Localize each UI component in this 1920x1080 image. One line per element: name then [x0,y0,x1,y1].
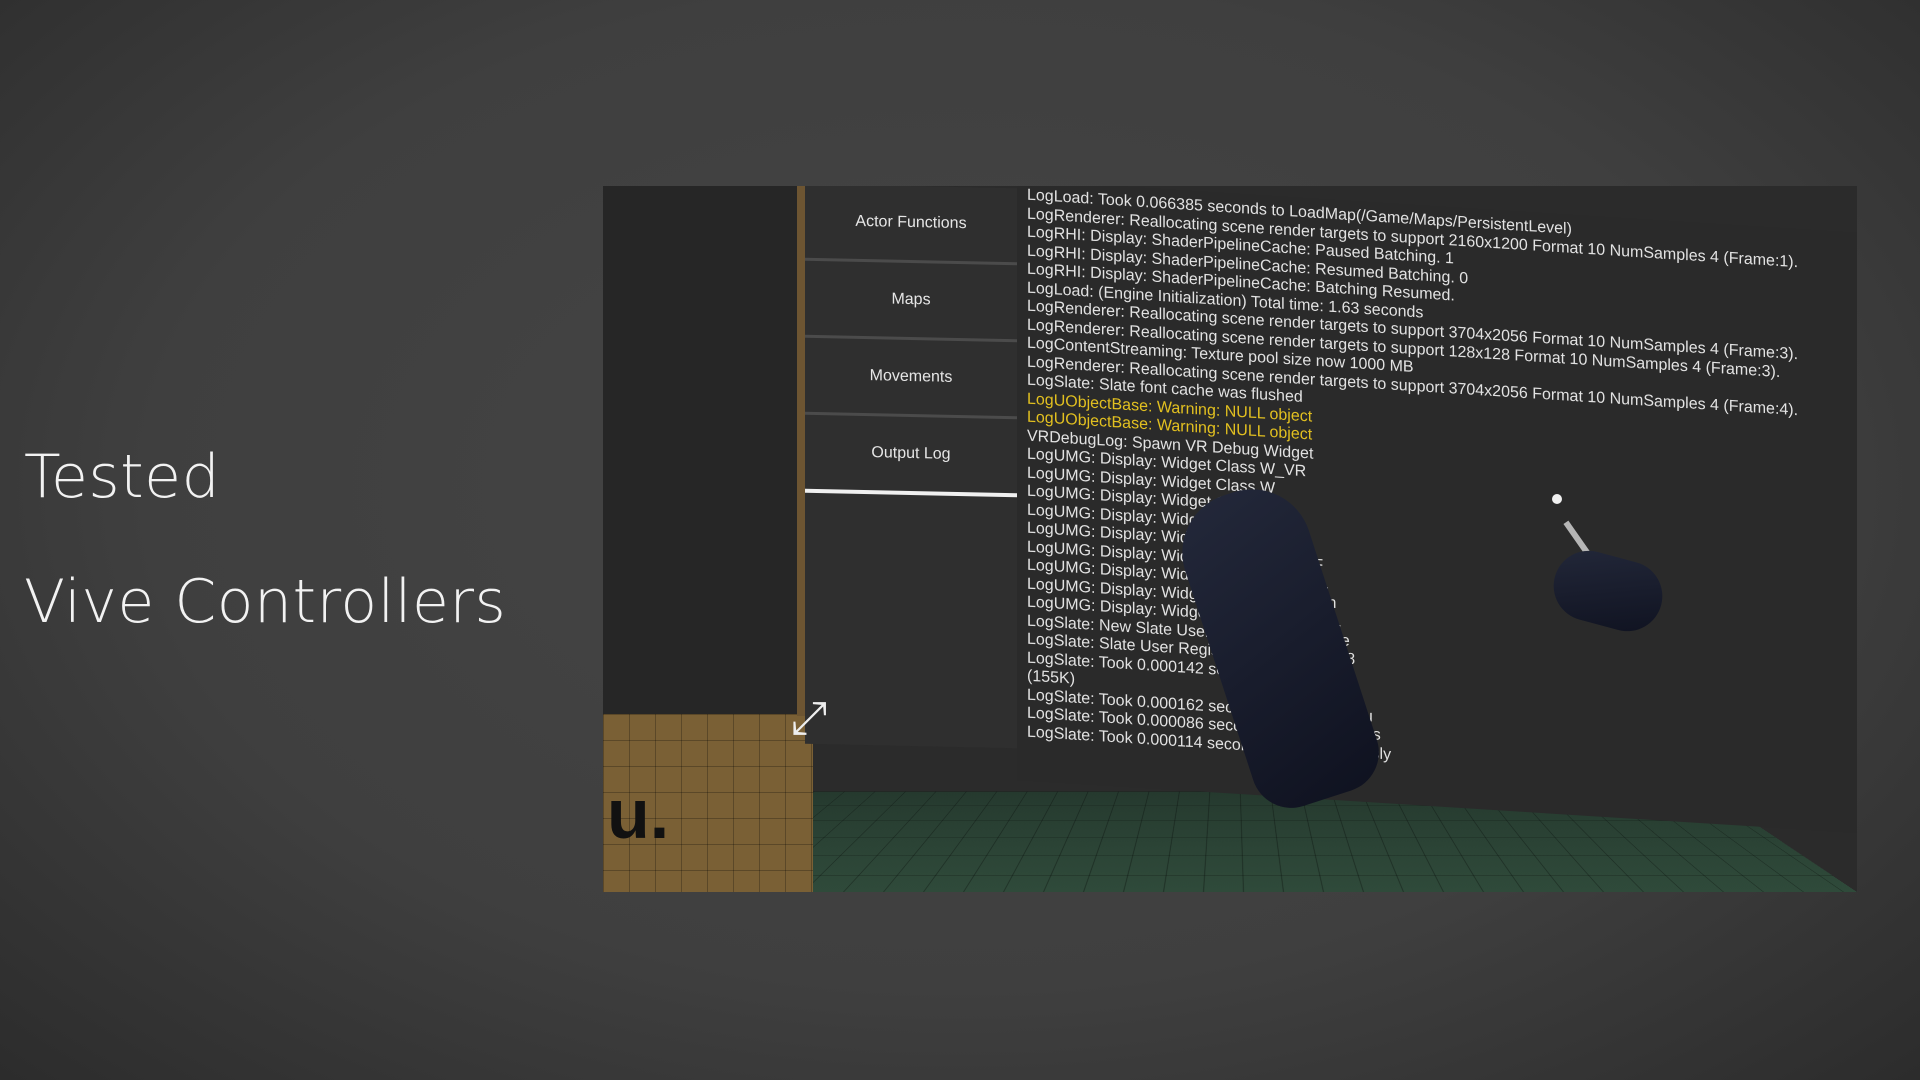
vr-screenshot: u. Actor Functions Maps Movements Output… [603,186,1857,892]
cardboard-box: u. [603,714,813,892]
box-marking: u. [607,774,669,854]
menu-item-output-log[interactable]: Output Log [805,415,1017,497]
output-log-panel[interactable]: LogLoad: Took 0.066385 seconds to LoadMa… [1017,186,1857,835]
menu-item-actor-functions[interactable]: Actor Functions [805,186,1017,265]
slide-title-line2: Vive Controllers [24,567,506,637]
pointer-dot [1552,494,1562,504]
resize-arrows-icon[interactable]: ⤢ [783,691,835,743]
scene-wall [603,186,799,716]
menu-item-maps[interactable]: Maps [805,261,1017,342]
vr-menu: Actor Functions Maps Movements Output Lo… [805,186,1017,748]
menu-edge [797,186,805,716]
slide-title-line1: Tested [24,442,220,512]
menu-item-movements[interactable]: Movements [805,338,1017,419]
